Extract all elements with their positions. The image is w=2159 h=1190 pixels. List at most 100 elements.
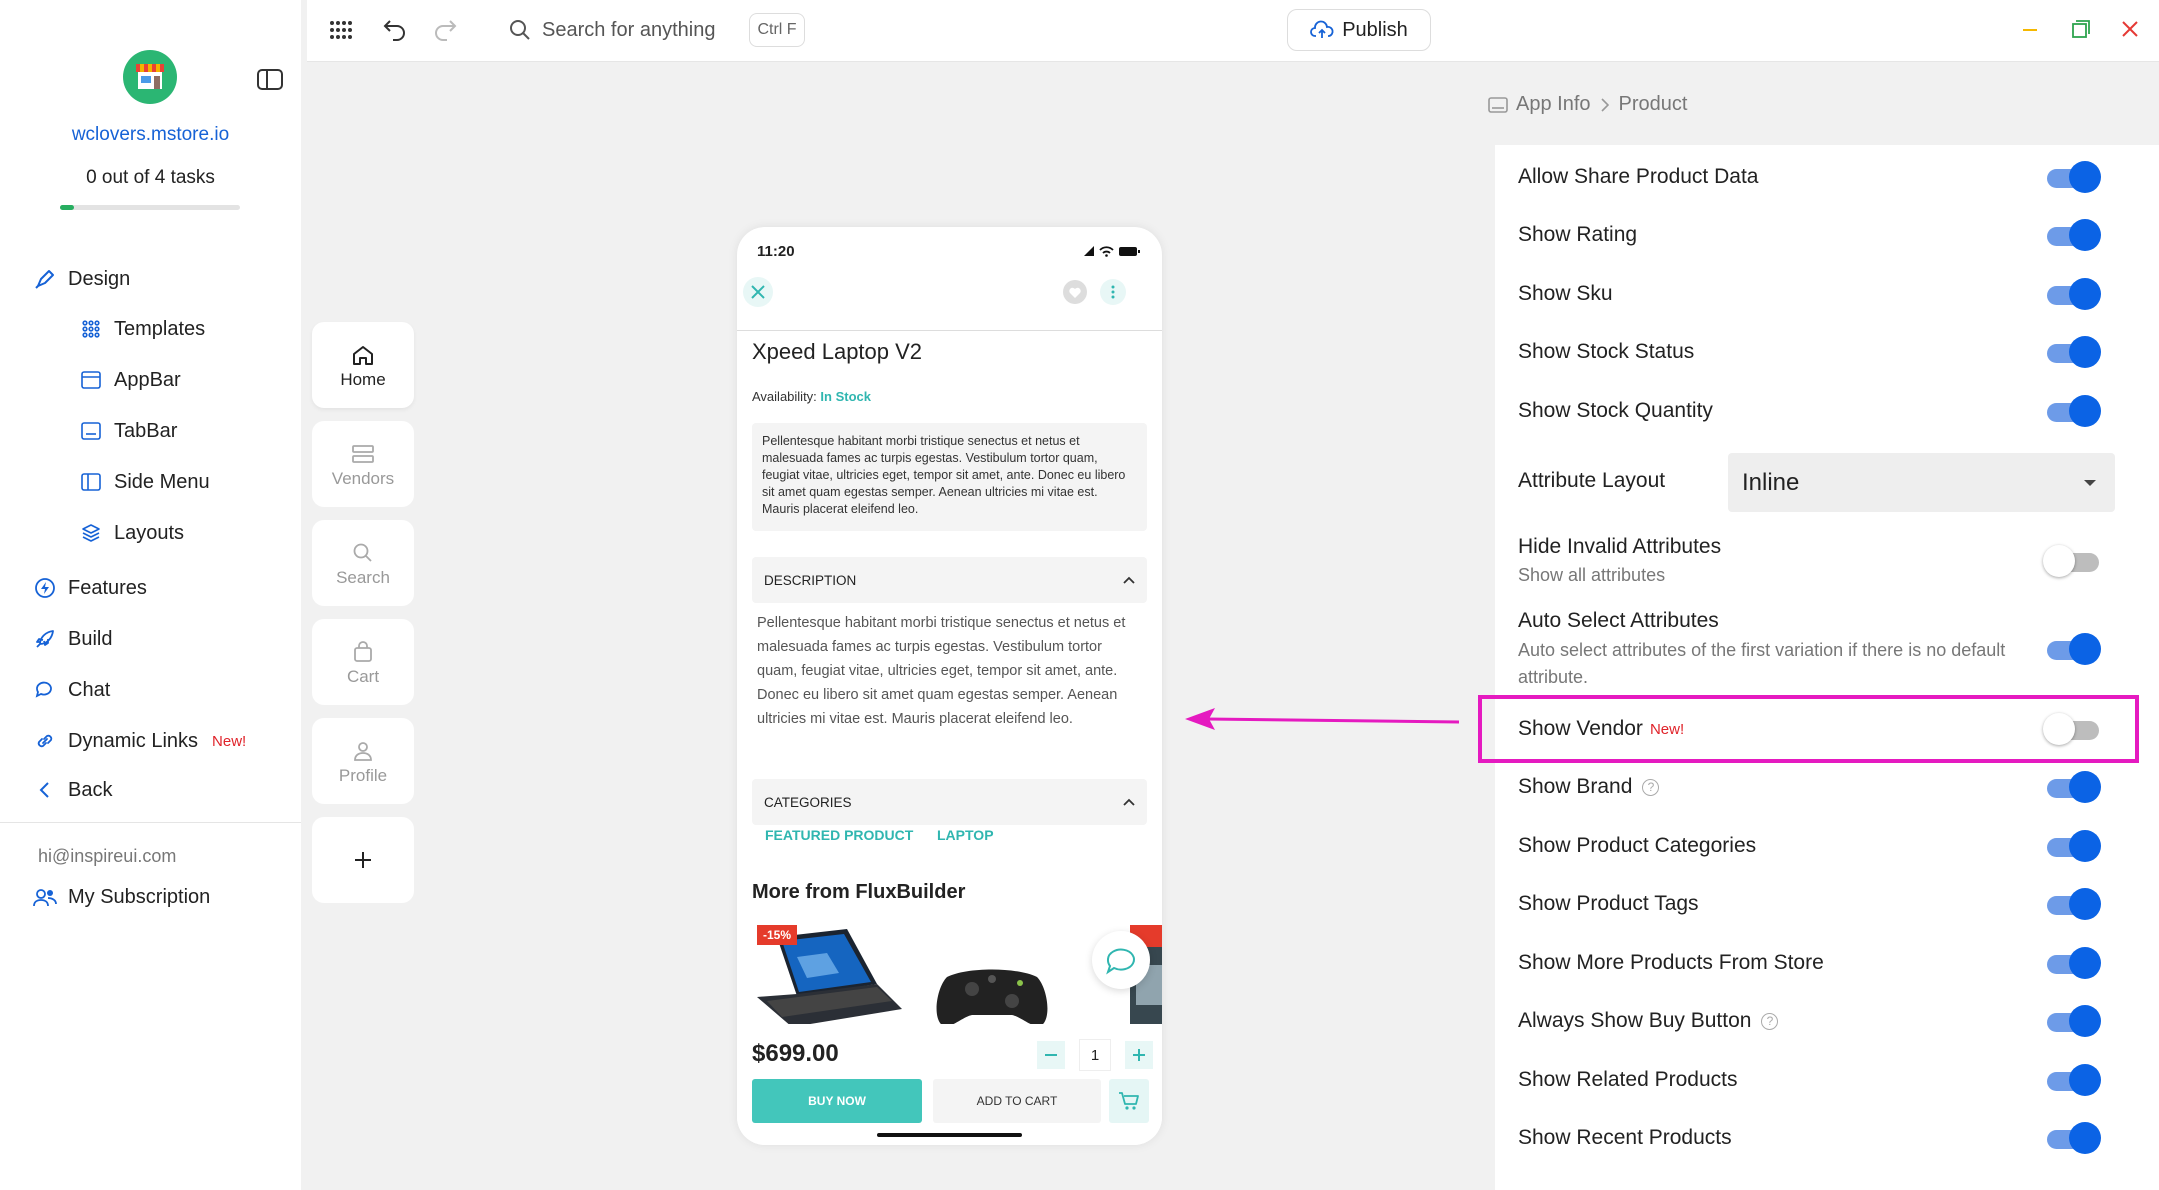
buy-now-button[interactable]: BUY NOW	[752, 1079, 922, 1123]
setting-label: Auto Select Attributes	[1518, 609, 1719, 632]
store-name[interactable]: wclovers.mstore.io	[0, 124, 301, 146]
close-product-button[interactable]	[743, 277, 773, 307]
setting-show-more-products-from-store: Show More Products From Store	[1518, 951, 1824, 975]
tabbar-icon	[80, 420, 102, 442]
breadcrumb-app-info[interactable]: App Info	[1516, 93, 1591, 116]
increase-button[interactable]	[1125, 1041, 1153, 1069]
setting-label: Show Sku	[1518, 282, 1613, 305]
appbar-icon	[80, 369, 102, 391]
minimize-icon[interactable]	[2022, 28, 2038, 32]
category-tag[interactable]: LAPTOP	[937, 827, 994, 843]
nav-features[interactable]: Features	[32, 573, 147, 603]
store-logo[interactable]	[123, 50, 177, 104]
nav-templates[interactable]: Templates	[80, 314, 205, 344]
toggle-show-stock-quantity[interactable]	[2043, 395, 2101, 427]
nav-build[interactable]: Build	[32, 624, 112, 654]
cart-button[interactable]	[1109, 1079, 1149, 1123]
toggle-show-stock-status[interactable]	[2043, 336, 2101, 368]
attribute-layout-select[interactable]: Inline	[1728, 453, 2115, 512]
close-window-icon[interactable]	[2122, 21, 2138, 37]
help-icon[interactable]: ?	[1642, 778, 1660, 796]
category-tag[interactable]: FEATURED PRODUCT	[765, 827, 913, 843]
setting-show-recent-products: Show Recent Products	[1518, 1126, 1732, 1150]
app-info-icon	[1488, 96, 1508, 114]
tab-home-label: Home	[340, 370, 386, 389]
setting-allow-share-product-data: Allow Share Product Data	[1518, 165, 1758, 189]
undo-icon[interactable]	[382, 17, 408, 41]
publish-button[interactable]: Publish	[1287, 9, 1431, 51]
gamepad-product-image[interactable]	[932, 967, 1052, 1027]
sidebar-toggle-icon[interactable]	[256, 68, 284, 92]
setting-show-stock-status: Show Stock Status	[1518, 340, 1694, 364]
store-icon	[136, 64, 164, 89]
maximize-icon[interactable]	[2072, 20, 2090, 38]
toggle-show-product-categories[interactable]	[2043, 830, 2101, 862]
toggle-allow-share-product-data[interactable]	[2043, 161, 2101, 193]
toggle-show-recent-products[interactable]	[2043, 1122, 2101, 1154]
task-count: 0 out of 4 tasks	[86, 167, 215, 188]
nav-chat[interactable]: Chat	[32, 675, 110, 705]
rocket-icon	[32, 626, 58, 652]
nav-dynamic-links[interactable]: Dynamic Links New!	[32, 726, 246, 756]
add-tab-button[interactable]	[312, 817, 414, 903]
setting-attribute-layout: Attribute Layout	[1518, 469, 1665, 493]
nav-design-label: Design	[68, 267, 131, 290]
toggle-show-brand[interactable]	[2043, 771, 2101, 803]
nav-layouts-label: Layouts	[114, 521, 185, 544]
nav-my-subscription[interactable]: My Subscription	[32, 882, 210, 912]
description-section-header[interactable]: DESCRIPTION	[752, 557, 1147, 603]
setting-label: Show Brand	[1518, 775, 1633, 798]
setting-hide-invalid-attributes: Hide Invalid Attributes	[1518, 535, 1721, 559]
categories-section-header[interactable]: CATEGORIES	[752, 779, 1147, 825]
breadcrumb-product[interactable]: Product	[1619, 93, 1688, 116]
toggle-hide-invalid-attributes[interactable]	[2043, 545, 2101, 577]
quantity-stepper[interactable]: 1	[1037, 1039, 1153, 1071]
tab-search[interactable]: Search	[312, 520, 414, 606]
toggle-show-vendor[interactable]	[2043, 713, 2101, 745]
nav-features-label: Features	[68, 576, 147, 599]
toggle-show-more-products-from-store[interactable]	[2043, 947, 2101, 979]
tab-search-label: Search	[336, 568, 390, 587]
setting-label: Show Related Products	[1518, 1068, 1738, 1091]
setting-label: Show Recent Products	[1518, 1126, 1732, 1149]
nav-side-menu[interactable]: Side Menu	[80, 467, 210, 497]
new-badge: New!	[1649, 720, 1685, 738]
chevron-up-icon	[1123, 798, 1135, 806]
decrease-button[interactable]	[1037, 1041, 1065, 1069]
nav-back[interactable]: Back	[32, 775, 112, 805]
toggle-show-rating[interactable]	[2043, 219, 2101, 251]
search-shortcut-hint: Ctrl F	[749, 13, 805, 47]
toggle-show-sku[interactable]	[2043, 278, 2101, 310]
setting-hide-invalid-attributes-desc: Show all attributes	[1518, 565, 1666, 585]
nav-appbar[interactable]: AppBar	[80, 365, 181, 395]
brush-icon	[32, 266, 58, 292]
toggle-auto-select-attributes[interactable]	[2043, 633, 2101, 665]
tab-home[interactable]: Home	[312, 322, 414, 408]
setting-label: Show Rating	[1518, 223, 1638, 246]
tab-profile[interactable]: Profile	[312, 718, 414, 804]
nav-layouts[interactable]: Layouts	[80, 518, 184, 548]
search-input[interactable]: Search for anything	[542, 19, 715, 42]
redo-icon[interactable]	[432, 17, 458, 41]
more-options-icon[interactable]	[1100, 279, 1126, 305]
add-to-cart-button[interactable]: ADD TO CART	[933, 1079, 1101, 1123]
chat-bubble-button[interactable]	[1092, 931, 1150, 989]
tab-cart[interactable]: Cart	[312, 619, 414, 705]
setting-show-rating: Show Rating	[1518, 223, 1637, 247]
toggle-always-show-buy-button[interactable]	[2043, 1005, 2101, 1037]
nav-side-menu-label: Side Menu	[114, 470, 210, 493]
toggle-show-product-tags[interactable]	[2043, 888, 2101, 920]
breadcrumb: App Info Product	[1488, 93, 1687, 116]
nav-design[interactable]: Design	[32, 264, 130, 294]
profile-icon	[352, 736, 374, 766]
nav-tabbar[interactable]: TabBar	[80, 416, 177, 446]
search-icon[interactable]	[509, 19, 531, 41]
heart-icon[interactable]	[1062, 279, 1088, 305]
apps-grid-icon[interactable]	[330, 21, 352, 39]
quantity-value[interactable]: 1	[1079, 1039, 1111, 1071]
toggle-show-related-products[interactable]	[2043, 1064, 2101, 1096]
annotation-arrow	[1185, 705, 1460, 735]
setting-label: Always Show Buy Button	[1518, 1009, 1752, 1032]
tab-vendors[interactable]: Vendors	[312, 421, 414, 507]
help-icon[interactable]: ?	[1761, 1012, 1779, 1030]
